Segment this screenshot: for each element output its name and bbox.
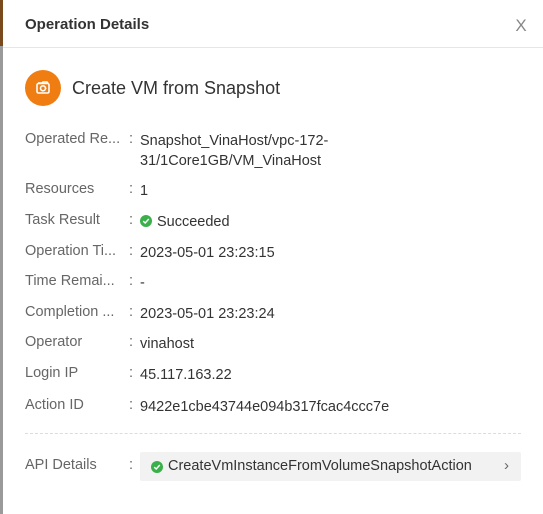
panel-header: Operation Details X [3,0,543,48]
detail-value: Snapshot_VinaHost/vpc-172-31/1Core1GB/VM… [140,133,329,169]
detail-label: Login IP [25,365,79,381]
api-details-link[interactable]: CreateVmInstanceFromVolumeSnapshotAction… [140,452,521,481]
chevron-right-icon: › [504,457,509,474]
divider [25,433,521,434]
success-check-icon [151,461,163,473]
operation-title: Create VM from Snapshot [72,78,281,98]
detail-value: 2023-05-01 23:23:24 [140,306,275,322]
detail-label: Task Result [25,212,100,228]
detail-value: 45.117.163.22 [140,367,232,383]
detail-value: - [140,275,145,291]
api-action-name: CreateVmInstanceFromVolumeSnapshotAction [168,458,472,474]
detail-label: Completion ... [25,304,115,320]
close-button[interactable]: X [513,17,529,35]
snapshot-icon [25,70,61,106]
detail-value: vinahost [140,336,195,352]
detail-value: 2023-05-01 23:23:15 [140,245,275,261]
detail-label: API Details [25,457,97,473]
panel-title: Operation Details [25,16,150,33]
operation-details-panel: Operation Details X Create VM from Snaps… [3,0,543,514]
detail-label: Operator [25,334,83,350]
detail-label: Operation Ti... [25,243,117,259]
detail-label: Resources [25,181,95,197]
detail-label: Action ID [25,397,84,413]
success-check-icon [140,215,152,227]
detail-value: 1 [140,183,149,199]
task-result-value: Succeeded [157,214,230,230]
detail-label: Operated Re... [25,131,121,147]
detail-value: 9422e1cbe43744e094b317fcac4ccc7e [140,399,390,415]
detail-label: Time Remai... [25,273,115,289]
